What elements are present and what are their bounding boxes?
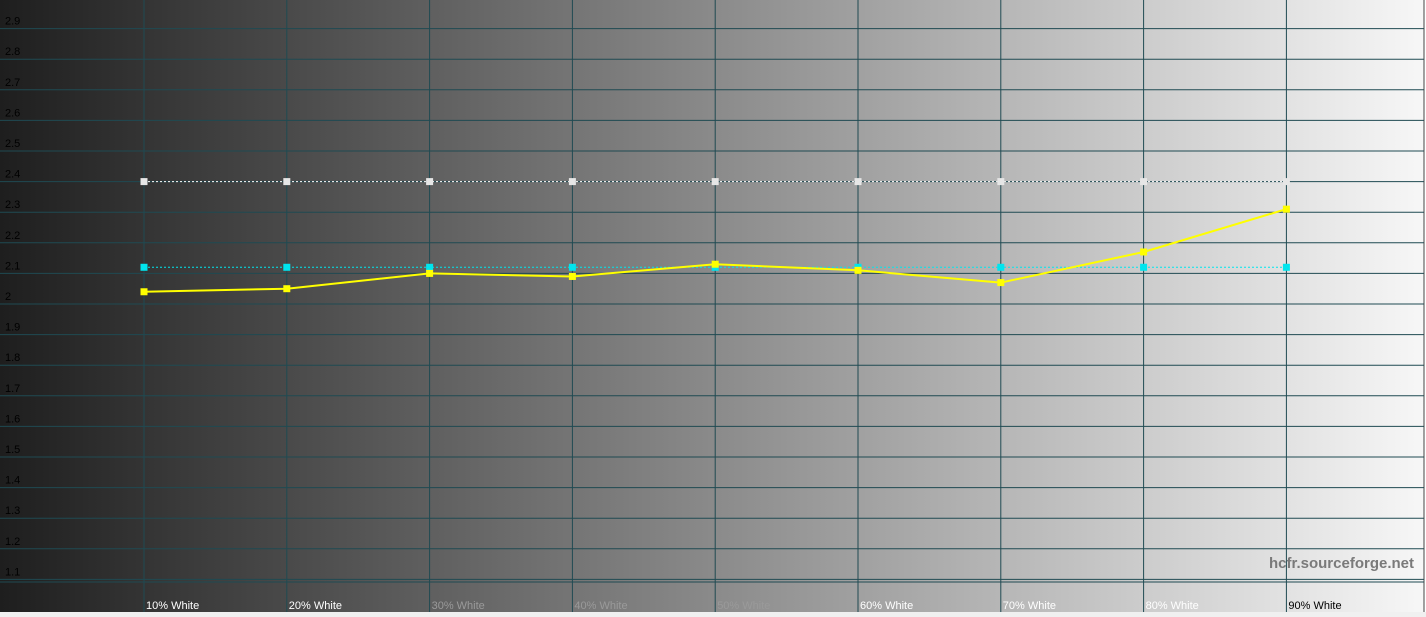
- target-point: [568, 178, 576, 186]
- measured-point: [711, 260, 719, 268]
- y-tick-label: 2.8: [5, 46, 20, 58]
- target-point: [997, 178, 1005, 186]
- y-tick-label: 1.1: [5, 566, 20, 578]
- y-tick-label: 1.4: [5, 475, 20, 487]
- measured-point: [426, 269, 434, 277]
- measured-point: [1282, 205, 1290, 213]
- average-point: [426, 263, 434, 271]
- measured-point: [568, 272, 576, 280]
- y-tick-label: 2.3: [5, 199, 20, 211]
- y-tick-label: 2.2: [5, 230, 20, 242]
- y-tick-label: 2.5: [5, 138, 20, 150]
- gamma-chart: 1.1 1.2 1.3 1.4 1.5 1.6 1.7 1.8 1.9 2 2.1 2.2 2.3 2.4…: [0, 0, 1426, 617]
- x-category-label: 80% White: [1146, 600, 1199, 612]
- measured-point: [140, 288, 148, 296]
- y-tick-label: 2.6: [5, 107, 20, 119]
- x-category-label: 40% White: [574, 600, 627, 612]
- target-point: [854, 178, 862, 186]
- y-tick-label: 1.7: [5, 383, 20, 395]
- average-point: [997, 263, 1005, 271]
- measured-point: [997, 279, 1005, 287]
- gamma-chart-container: 1.1 1.2 1.3 1.4 1.5 1.6 1.7 1.8 1.9 2 2.1 2.2 2.3 2.4…: [0, 0, 1426, 617]
- y-tick-label: 2.1: [5, 260, 20, 272]
- y-tick-label: 2: [5, 291, 11, 303]
- measured-point: [1140, 248, 1148, 256]
- y-tick-label: 2.9: [5, 16, 20, 28]
- y-tick-label: 1.2: [5, 536, 20, 548]
- x-category-label: 50% White: [717, 600, 770, 612]
- x-category-label: 20% White: [289, 600, 342, 612]
- x-category-label: 30% White: [432, 600, 485, 612]
- y-tick-label: 2.4: [5, 169, 20, 181]
- target-point: [426, 178, 434, 186]
- average-point: [283, 263, 291, 271]
- target-point: [283, 178, 291, 186]
- y-tick-label: 1.9: [5, 322, 20, 334]
- target-point: [1140, 178, 1148, 186]
- y-tick-label: 1.6: [5, 413, 20, 425]
- watermark-text: hcfr.sourceforge.net: [1268, 555, 1414, 572]
- target-point: [711, 178, 719, 186]
- x-category-label: 90% White: [1288, 600, 1341, 612]
- measured-point: [854, 266, 862, 274]
- x-category-labels: 10% White 20% White 30% White 40% White 50% …: [146, 600, 1342, 612]
- average-point: [1282, 263, 1290, 271]
- target-point: [140, 178, 148, 186]
- measured-point: [283, 285, 291, 293]
- x-category-label: 70% White: [1003, 600, 1056, 612]
- y-tick-label: 1.8: [5, 352, 20, 364]
- y-tick-label: 2.7: [5, 77, 20, 89]
- x-category-label: 60% White: [860, 600, 913, 612]
- x-category-label: 10% White: [146, 600, 199, 612]
- average-point: [140, 263, 148, 271]
- bottom-strip: [0, 612, 1426, 617]
- target-point: [1282, 178, 1290, 186]
- average-point: [1140, 263, 1148, 271]
- average-point: [568, 263, 576, 271]
- plot-background: [0, 0, 1424, 612]
- y-tick-label: 1.5: [5, 444, 20, 456]
- y-tick-label: 1.3: [5, 505, 20, 517]
